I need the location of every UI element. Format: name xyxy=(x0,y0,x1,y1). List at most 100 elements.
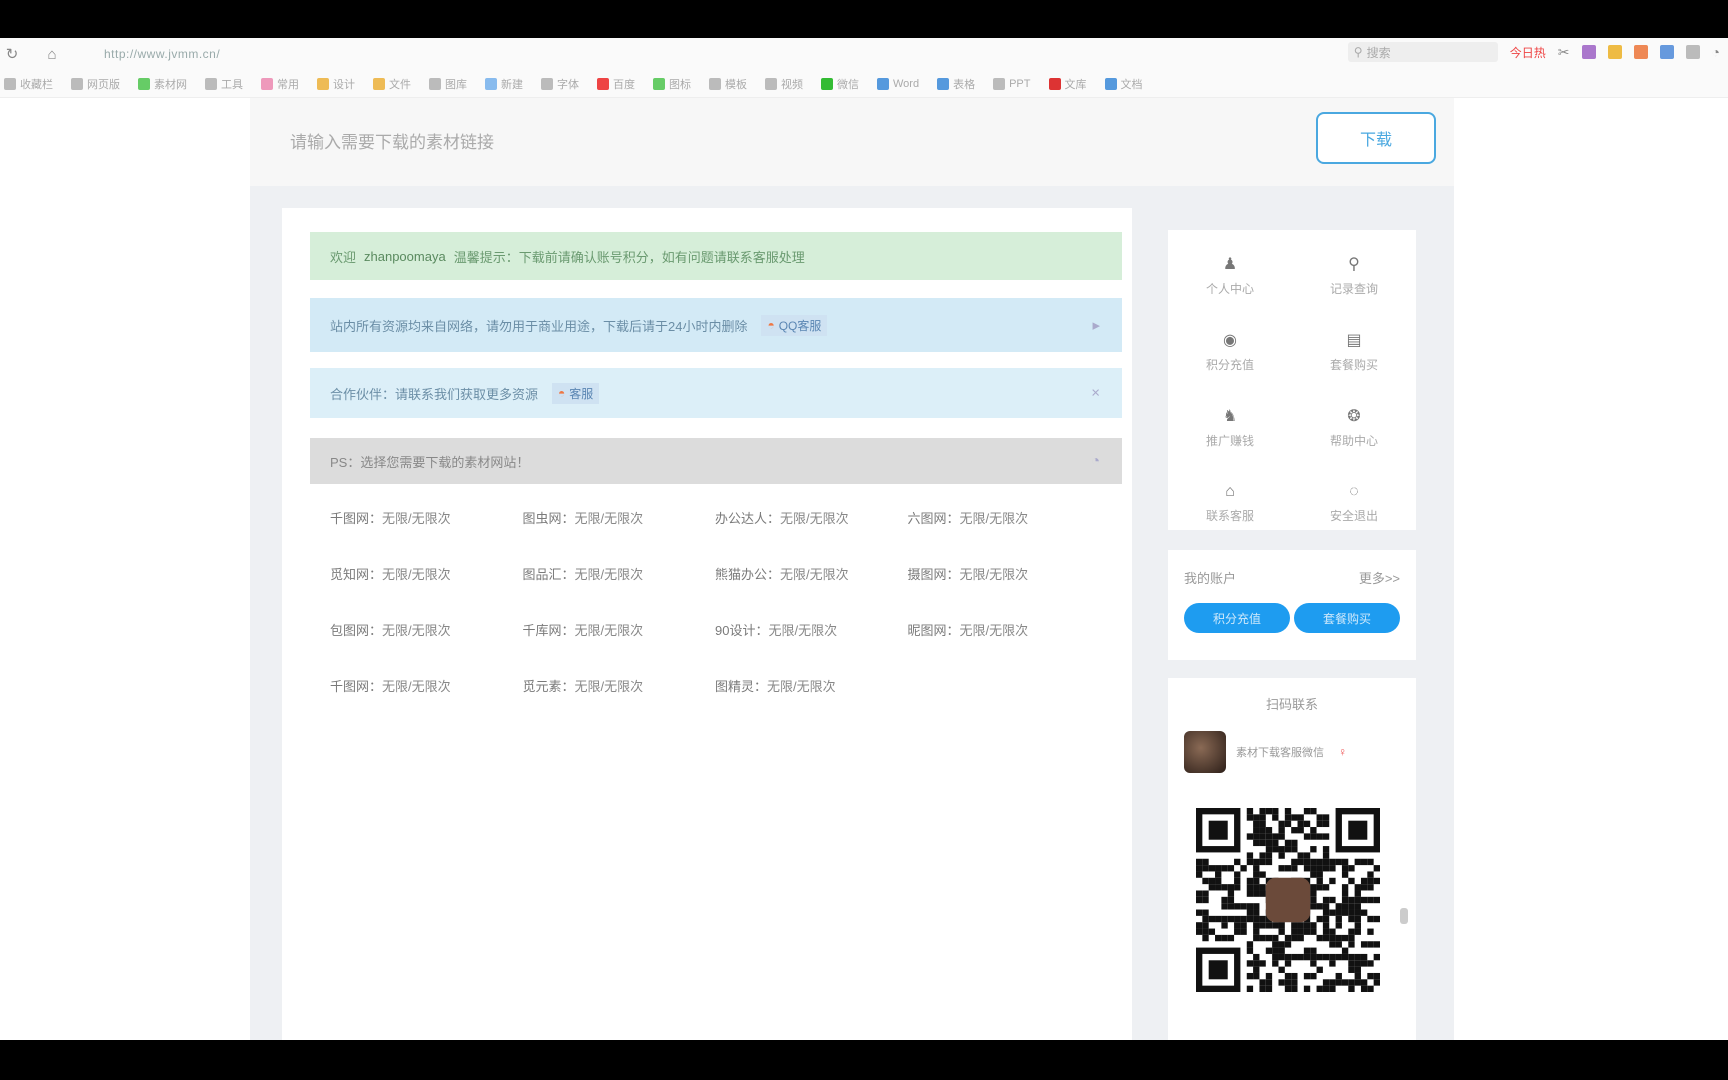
close-icon[interactable]: × xyxy=(1091,385,1100,402)
bookmark-label: 视频 xyxy=(781,78,803,91)
bookmark-item[interactable]: 设计 xyxy=(317,76,355,92)
qq-service-link[interactable]: ◓ QQ客服 xyxy=(761,314,828,336)
partner-service-link[interactable]: ◓ 客服 xyxy=(552,382,600,404)
bookmark-icon xyxy=(541,77,553,90)
site-quota-item[interactable]: 千库网： 无限/无限次 xyxy=(523,618,716,640)
bookmark-item[interactable]: 微信 xyxy=(821,76,859,92)
bookmark-item[interactable]: 表格 xyxy=(937,76,975,92)
bookmark-icon xyxy=(709,77,721,90)
bookmark-item[interactable]: 收藏栏 xyxy=(4,76,53,92)
search-icon: ⚲ xyxy=(1353,45,1363,59)
chevron-right-icon[interactable]: ▸ xyxy=(1092,316,1100,334)
site-quota-item[interactable]: 图虫网： 无限/无限次 xyxy=(523,506,716,528)
history-icon[interactable]: ◔ xyxy=(1712,44,1720,60)
recharge-button[interactable]: 积分充值 xyxy=(1184,603,1290,633)
site-quota-item[interactable]: 觅元素： 无限/无限次 xyxy=(523,674,716,696)
sidebar-item[interactable]: ▤ 套餐购买 xyxy=(1292,322,1416,380)
url-text[interactable]: http://www.jvmm.cn/ xyxy=(104,47,220,61)
account-more-link[interactable]: 更多>> xyxy=(1359,568,1400,587)
sidebar-item[interactable]: ⚲ 记录查询 xyxy=(1292,246,1416,304)
bookmark-item[interactable]: 工具 xyxy=(205,76,243,92)
bookmark-item[interactable]: 网页版 xyxy=(71,76,120,92)
hot-news-link[interactable]: 今日热 xyxy=(1510,44,1546,61)
female-icon: ♀ xyxy=(1338,745,1347,759)
site-quota-item[interactable]: 包图网： 无限/无限次 xyxy=(330,618,523,640)
sidebar-item-label: 联系客服 xyxy=(1205,508,1254,523)
bookmark-item[interactable]: 文件 xyxy=(373,76,411,92)
bookmark-item[interactable]: 字体 xyxy=(541,76,579,92)
mail-icon[interactable] xyxy=(1633,45,1648,59)
bookmark-label: 微信 xyxy=(837,78,859,91)
contact-name: 素材下载客服微信 xyxy=(1236,747,1324,759)
site-quota: 无限/无限次 xyxy=(382,678,451,694)
refresh-icon[interactable]: ↻ xyxy=(0,42,24,66)
sidebar-item[interactable]: ♞ 推广赚钱 xyxy=(1168,398,1292,456)
package-button[interactable]: 套餐购买 xyxy=(1294,603,1400,633)
download-button[interactable]: 下载 xyxy=(1316,112,1436,164)
download-search-input[interactable]: 请输入需要下载的素材链接 xyxy=(290,128,494,153)
select-site-notice: PS：选择您需要下载的素材网站！ ◔ xyxy=(310,438,1122,484)
site-name: 摄图网： xyxy=(907,566,960,582)
scissors-icon[interactable]: ✂ xyxy=(1558,44,1570,61)
site-quota-item[interactable]: 千图网： 无限/无限次 xyxy=(330,506,523,528)
address-bar: ↻ ⌂ http://www.jvmm.cn/ ⚲ 搜索 今日热 ✂ ◔ xyxy=(0,38,1728,70)
bookmark-label: 新建 xyxy=(501,78,523,91)
browser-search-input[interactable]: ⚲ 搜索 xyxy=(1347,42,1498,62)
bookmark-icon xyxy=(138,77,150,90)
site-quota-item[interactable]: 90设计： 无限/无限次 xyxy=(715,618,908,640)
bookmark-icon xyxy=(429,77,441,90)
bookmark-item[interactable]: 图库 xyxy=(429,76,467,92)
home-icon[interactable]: ⌂ xyxy=(40,42,64,66)
site-quota-item[interactable]: 图精灵： 无限/无限次 xyxy=(715,674,908,696)
logout-icon: ◌ xyxy=(1349,482,1359,500)
bookmark-icon xyxy=(821,77,833,90)
site-quota: 无限/无限次 xyxy=(767,678,836,694)
site-quota: 无限/无限次 xyxy=(780,510,849,526)
sidebar-item[interactable]: ◌ 安全退出 xyxy=(1292,474,1416,532)
bookmark-item[interactable]: 百度 xyxy=(597,76,635,92)
translate-icon[interactable] xyxy=(1659,45,1674,59)
bookmark-item[interactable]: 图标 xyxy=(653,76,691,92)
qq-service-label: QQ客服 xyxy=(778,318,822,333)
site-quota-item[interactable]: 摄图网： 无限/无限次 xyxy=(908,562,1101,584)
bookmark-item[interactable]: 文库 xyxy=(1048,76,1087,92)
site-quota-item[interactable]: 觅知网： 无限/无限次 xyxy=(330,562,523,584)
grid-icon[interactable] xyxy=(1685,45,1700,59)
shield-icon[interactable] xyxy=(1607,45,1622,59)
site-quota-item[interactable]: 千图网： 无限/无限次 xyxy=(330,674,523,696)
site-quota-item[interactable]: 昵图网： 无限/无限次 xyxy=(908,618,1101,640)
bookmark-item[interactable]: 模板 xyxy=(709,76,747,92)
wallet-icon: ◉ xyxy=(1223,331,1237,349)
sidebar-item-label: 安全退出 xyxy=(1329,508,1378,523)
bookmark-label: 字体 xyxy=(557,78,579,91)
site-quota: 无限/无限次 xyxy=(768,622,838,638)
site-quota: 无限/无限次 xyxy=(574,622,644,638)
sidebar-item[interactable]: ◉ 积分充值 xyxy=(1168,322,1292,380)
welcome-notice: 欢迎 zhanpoomaya 温馨提示：下载前请确认账号积分，如有问题请联系客服… xyxy=(310,232,1122,280)
extension-icon[interactable] xyxy=(1581,45,1596,59)
scrollbar-thumb[interactable] xyxy=(1400,908,1408,924)
sidebar-item[interactable]: ♟ 个人中心 xyxy=(1168,246,1292,304)
site-quota-item[interactable]: 六图网： 无限/无限次 xyxy=(908,506,1101,528)
sidebar-item[interactable]: ❂ 帮助中心 xyxy=(1292,398,1416,456)
site-quota-item[interactable]: 图品汇： 无限/无限次 xyxy=(523,562,716,584)
site-quota-grid: 千图网： 无限/无限次 图虫网： 无限/无限次 办公达人： 无限/无限次 六图网： 无限/无限… xyxy=(330,506,1100,696)
bookmark-item[interactable]: 素材网 xyxy=(138,76,187,92)
web-page: 请输入需要下载的素材链接 下载 欢迎 zhanpoomaya 温馨提示：下载前请… xyxy=(0,98,1728,1040)
bookmark-item[interactable]: PPT xyxy=(993,77,1031,90)
bookmark-label: 网页版 xyxy=(87,78,120,91)
bookmark-item[interactable]: 视频 xyxy=(765,76,803,92)
site-quota: 无限/无限次 xyxy=(959,510,1029,526)
letterbox-bottom xyxy=(0,1040,1728,1080)
bookmark-item[interactable]: 常用 xyxy=(261,76,299,92)
sidebar-item-label: 帮助中心 xyxy=(1329,433,1378,448)
gear-icon: ❂ xyxy=(1347,407,1361,425)
bookmark-item[interactable]: Word xyxy=(877,77,919,90)
bookmark-item[interactable]: 新建 xyxy=(485,76,523,92)
bookmark-label: 文库 xyxy=(1064,78,1087,91)
site-quota-item[interactable]: 办公达人： 无限/无限次 xyxy=(715,506,908,528)
site-quota-item[interactable]: 熊猫办公： 无限/无限次 xyxy=(715,562,908,584)
sidebar-item[interactable]: ⌂ 联系客服 xyxy=(1168,474,1292,532)
bookmark-item[interactable]: 文档 xyxy=(1104,76,1143,92)
site-quota: 无限/无限次 xyxy=(574,510,644,526)
